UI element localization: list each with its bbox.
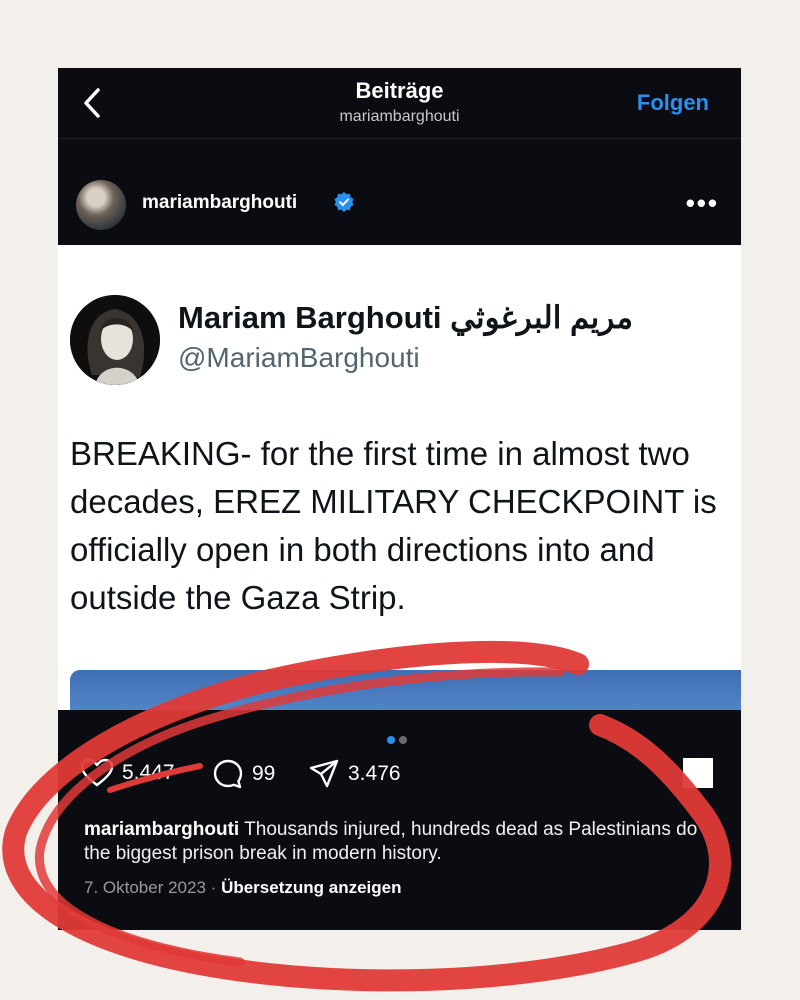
like-button[interactable]: 5.447 — [80, 758, 175, 788]
comment-icon — [213, 759, 243, 789]
heart-icon — [80, 758, 114, 787]
post-meta: 7. Oktober 2023 · Übersetzung anzeigen — [84, 878, 401, 898]
comment-button[interactable]: 99 — [212, 758, 275, 790]
portrait-image — [70, 295, 160, 385]
post-username[interactable]: mariambarghouti — [142, 192, 297, 214]
share-count: 3.476 — [348, 762, 401, 785]
instagram-screen: Beiträge mariambarghouti Folgen mariamba… — [58, 68, 741, 930]
share-icon — [309, 759, 339, 788]
verified-badge-icon — [334, 192, 354, 212]
carousel-dot-active — [387, 736, 395, 744]
comment-count: 99 — [252, 762, 276, 785]
tweet-avatar — [70, 295, 160, 385]
bookmark-icon[interactable] — [683, 758, 713, 788]
tweet-text: BREAKING- for the first time in almost t… — [70, 435, 717, 616]
post-caption: mariambarghouti Thousands injured, hundr… — [84, 818, 724, 866]
tweet-handle: @MariamBarghouti — [178, 342, 420, 373]
caption-username[interactable]: mariambarghouti — [84, 819, 239, 840]
carousel-indicator — [387, 731, 411, 749]
top-navigation-bar: Beiträge mariambarghouti Folgen — [58, 68, 741, 139]
avatar[interactable] — [76, 180, 126, 230]
post-header: mariambarghouti ••• — [58, 168, 741, 238]
post-date: 7. Oktober 2023 — [84, 878, 206, 897]
action-bar: 5.447 99 3.476 — [58, 758, 741, 798]
tweet-display-name: Mariam Barghouti مريم البرغوثي — [178, 300, 633, 335]
tweet-image — [70, 670, 741, 710]
translate-link[interactable]: Übersetzung anzeigen — [221, 878, 401, 897]
meta-separator: · — [210, 878, 217, 897]
tweet-screenshot: Mariam Barghouti مريم البرغوثي @MariamBa… — [58, 245, 741, 710]
carousel-dot — [399, 736, 407, 744]
more-icon[interactable]: ••• — [686, 188, 719, 219]
like-count: 5.447 — [122, 761, 175, 784]
share-button[interactable]: 3.476 — [308, 758, 401, 790]
follow-button[interactable]: Folgen — [637, 90, 709, 116]
